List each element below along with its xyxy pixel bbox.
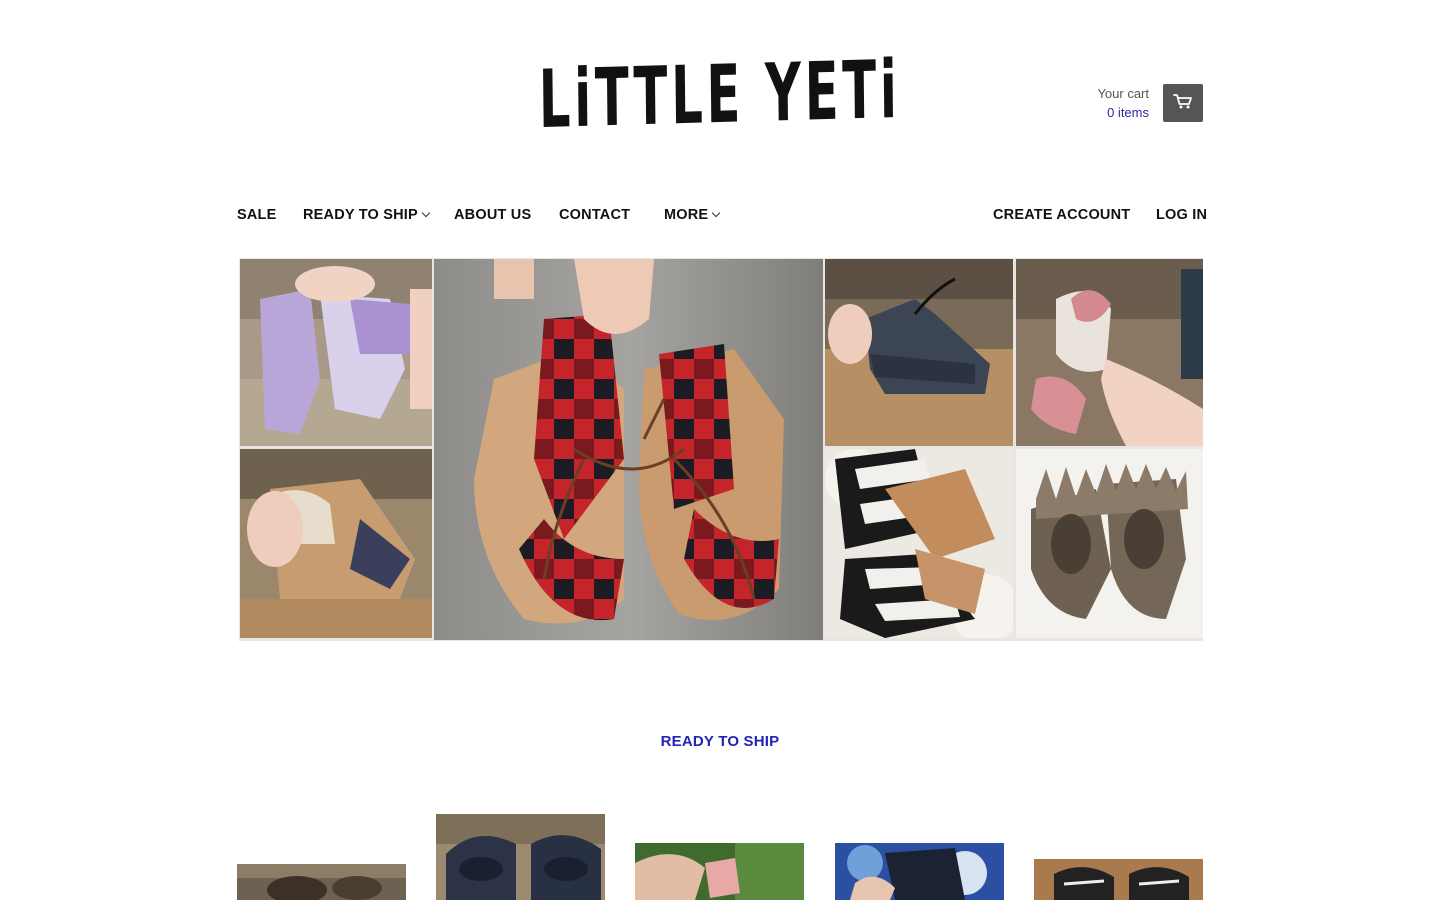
cart-icon — [1173, 93, 1193, 114]
nav-item-more[interactable]: MORE — [664, 207, 721, 223]
nav-label: READY TO SHIP — [303, 207, 418, 223]
nav-label: SALE — [237, 207, 277, 223]
nav-item-about-us[interactable]: ABOUT US — [454, 207, 531, 223]
nav-label: ABOUT US — [454, 207, 532, 223]
chevron-down-icon — [712, 208, 721, 218]
product-card-5[interactable] — [1034, 859, 1203, 900]
nav-item-contact[interactable]: CONTACT — [559, 207, 630, 223]
hero-tile-navy-bootie — [825, 259, 1013, 446]
nav-label: LOG IN — [1156, 207, 1208, 223]
site-logo[interactable]: LiTTLE YETi — [539, 43, 902, 146]
hero-tile-plaid-booties — [434, 259, 823, 640]
nav-item-ready-to-ship[interactable]: READY TO SHIP — [303, 207, 431, 223]
product-card-3[interactable] — [635, 843, 804, 900]
nav-label: CREATE ACCOUNT — [993, 207, 1131, 223]
cart-summary[interactable]: Your cart 0 items — [1097, 84, 1149, 122]
hero-tile-tan-bootie — [240, 449, 432, 638]
cart-label: Your cart — [1097, 86, 1149, 101]
main-nav: SALE READY TO SHIP ABOUT US CONTACT MORE… — [237, 207, 1207, 227]
cart-count-link[interactable]: 0 items — [1107, 105, 1149, 120]
product-card-2[interactable] — [436, 814, 605, 900]
hero-tile-purple-moccasins — [240, 259, 432, 446]
chevron-down-icon — [421, 208, 431, 218]
page: LiTTLE YETi Your cart 0 items SALE READY… — [0, 0, 1440, 900]
product-card-4[interactable] — [835, 843, 1004, 900]
login-link[interactable]: LOG IN — [1156, 207, 1207, 223]
hero-tile-pink-bow — [1016, 259, 1203, 446]
nav-label: CONTACT — [559, 207, 631, 223]
hero-tile-striped-moccasins — [825, 449, 1013, 638]
nav-label: MORE — [664, 207, 709, 223]
create-account-link[interactable]: CREATE ACCOUNT — [993, 207, 1130, 223]
cart-button[interactable] — [1163, 84, 1203, 122]
hero-tile-brown-moccasins — [1016, 449, 1203, 638]
hero-collage[interactable] — [239, 258, 1203, 641]
logo-text: LiTTLE YETi — [538, 42, 902, 147]
ready-to-ship-heading[interactable]: READY TO SHIP — [0, 733, 1440, 750]
nav-item-sale[interactable]: SALE — [237, 207, 276, 223]
product-card-1[interactable] — [237, 864, 406, 900]
